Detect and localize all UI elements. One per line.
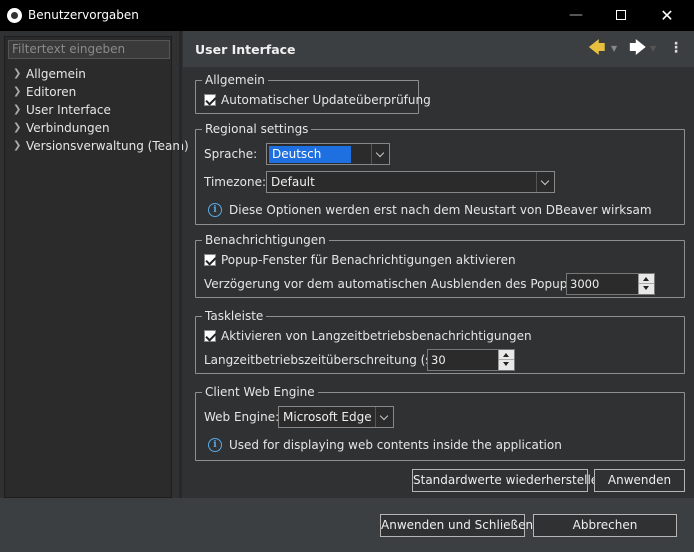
group-legend: Taskleiste [202, 308, 267, 324]
restore-defaults-button[interactable]: Standardwerte wiederherstellen [412, 469, 606, 492]
group-taskbar: Taskleiste Aktivieren von Langzeitbetrie… [195, 308, 685, 374]
arrow-right-icon[interactable]: 🡆 [629, 39, 647, 57]
popup-delay-label: Verzögerung vor dem automatischen Ausble… [204, 277, 609, 291]
filter-input[interactable]: Filtertext eingeben [8, 40, 170, 59]
apply-button[interactable]: Anwenden [594, 469, 685, 492]
chevron-right-icon[interactable]: ❯ [13, 83, 21, 101]
close-button[interactable]: ✕ [644, 0, 690, 31]
group-legend: Regional settings [202, 121, 312, 137]
long-ops-checkbox-row[interactable]: Aktivieren von Langzeitbetriebsbenachric… [204, 328, 532, 344]
long-ops-threshold-spinner[interactable]: 30 [427, 349, 515, 371]
sidebar-item-verbindungen[interactable]: ❯ Verbindungen [5, 119, 171, 137]
dialog-footer: Anwenden und Schließen Abbrechen [0, 498, 694, 552]
popup-checkbox[interactable] [204, 254, 216, 266]
spinner-down-icon[interactable] [499, 360, 514, 370]
chevron-down-icon[interactable] [375, 407, 393, 427]
preferences-sidebar: Filtertext eingeben ❯ Allgemein ❯ Editoren… [4, 36, 189, 498]
group-legend: Client Web Engine [202, 384, 318, 400]
group-allgemein: Allgemein Automatischer Updateüberprüfun… [195, 72, 431, 114]
web-engine-select[interactable]: Microsoft Edge [278, 406, 394, 428]
group-client-web-engine: Client Web Engine Web Engine: Microsoft … [195, 384, 685, 461]
popup-label: Popup-Fenster für Benachrichtigungen akt… [221, 253, 516, 267]
sidebar-item-allgemein[interactable]: ❯ Allgemein [5, 65, 171, 83]
chevron-down-icon[interactable] [536, 172, 554, 192]
forward-dropdown-icon: ▼ [650, 44, 657, 53]
group-notifications: Benachrichtigungen Popup-Fenster für Ben… [195, 232, 685, 298]
spinner-buttons [498, 350, 514, 370]
language-select[interactable]: Deutsch [266, 143, 390, 165]
web-engine-value: Microsoft Edge [283, 410, 372, 424]
sidebar-item-versionsverwaltung[interactable]: ❯ Versionsverwaltung (Team) [5, 137, 189, 155]
sidebar-item-label: Versionsverwaltung (Team) [26, 139, 189, 153]
sash-splitter[interactable] [179, 31, 182, 498]
page-header: User Interface 🡄 ▼ 🡆 ▼ ⋮ [183, 31, 694, 67]
restart-note: Diese Optionen werden erst nach dem Neus… [229, 203, 652, 217]
info-icon: i [208, 203, 222, 217]
popup-delay-spinner[interactable]: 3000 [566, 273, 655, 295]
auto-update-label: Automatischer Updateüberprüfung [221, 93, 431, 107]
spinner-up-icon[interactable] [639, 274, 654, 284]
maximize-icon [616, 10, 626, 20]
apply-and-close-button[interactable]: Anwenden und Schließen [380, 514, 533, 537]
chevron-right-icon[interactable]: ❯ [13, 137, 21, 155]
sidebar-item-editoren[interactable]: ❯ Editoren [5, 83, 171, 101]
sidebar-item-label: Allgemein [26, 67, 86, 81]
preferences-tree: ❯ Allgemein ❯ Editoren ❯ User Interface ❯ Ve… [5, 65, 189, 155]
chevron-down-icon[interactable] [371, 144, 389, 164]
spinner-buttons [638, 274, 654, 294]
sidebar-item-label: Editoren [26, 85, 77, 99]
long-ops-threshold-label: Langzeitbetriebszeitüberschreitung (sec)… [204, 353, 455, 367]
popup-checkbox-row[interactable]: Popup-Fenster für Benachrichtigungen akt… [204, 252, 516, 268]
spinner-down-icon[interactable] [639, 284, 654, 294]
long-ops-threshold-value: 30 [431, 353, 446, 367]
popup-delay-value: 3000 [570, 277, 600, 291]
info-icon: i [208, 438, 222, 452]
web-engine-label: Web Engine: [204, 410, 280, 424]
dbeaver-app-icon [7, 8, 22, 23]
chevron-right-icon[interactable]: ❯ [13, 65, 21, 83]
timezone-value: Default [271, 175, 315, 189]
sidebar-item-label: User Interface [26, 103, 111, 117]
sidebar-item-user-interface[interactable]: ❯ User Interface [5, 101, 171, 119]
arrow-left-icon[interactable]: 🡄 [588, 39, 606, 57]
minimize-button[interactable]: — [553, 0, 599, 31]
chevron-right-icon[interactable]: ❯ [13, 119, 21, 137]
auto-update-checkbox[interactable] [204, 94, 216, 106]
sidebar-item-label: Verbindungen [26, 121, 110, 135]
web-engine-note: Used for displaying web contents inside … [229, 438, 562, 452]
long-ops-checkbox[interactable] [204, 330, 216, 342]
language-label: Sprache: [204, 147, 258, 161]
maximize-button[interactable] [598, 0, 644, 31]
page-title: User Interface [195, 42, 296, 57]
group-regional-settings: Regional settings Sprache: Deutsch Timez… [195, 121, 685, 225]
title-bar: Benutzervorgaben — ✕ [0, 0, 694, 31]
back-dropdown-icon[interactable]: ▼ [611, 44, 617, 53]
timezone-select[interactable]: Default [266, 171, 555, 193]
spinner-up-icon[interactable] [499, 350, 514, 360]
window-title: Benutzervorgaben [28, 8, 139, 22]
cancel-button[interactable]: Abbrechen [533, 514, 677, 537]
group-legend: Benachrichtigungen [202, 232, 329, 248]
view-menu-icon[interactable]: ⋮ [669, 40, 683, 56]
long-ops-label: Aktivieren von Langzeitbetriebsbenachric… [221, 329, 532, 343]
language-value: Deutsch [269, 146, 351, 163]
group-legend: Allgemein [202, 72, 268, 88]
preference-page: User Interface 🡄 ▼ 🡆 ▼ ⋮ Allgemein Autom… [183, 31, 694, 498]
auto-update-checkbox-row[interactable]: Automatischer Updateüberprüfung [204, 92, 431, 108]
timezone-label: Timezone: [204, 175, 267, 189]
chevron-right-icon[interactable]: ❯ [13, 101, 21, 119]
